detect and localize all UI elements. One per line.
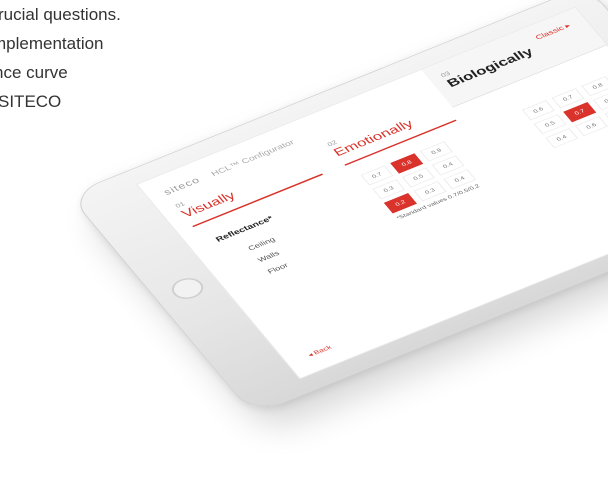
tablet-device: siteco HCL™ Configurator Classic ▸ 01 Vi… <box>67 0 608 416</box>
tab-emotionally[interactable]: 02 Emotionally <box>326 112 417 160</box>
reflectance-grid-biological: 0.60.70.80.90.50.70.80.90.40.60.70.8 <box>521 64 608 151</box>
back-link[interactable]: ◂ Back <box>306 344 333 358</box>
surface-ceiling: Ceiling <box>246 235 277 252</box>
surface-walls: Walls <box>256 249 282 264</box>
surface-floor: Floor <box>265 261 290 276</box>
reflectance-grid-emotional: 0.7 0.8 0.9 0.3 0.5 0.4 0.2 0.3 0.4 <box>360 141 479 216</box>
tablet-wrap: siteco HCL™ Configurator Classic ▸ 01 Vi… <box>0 0 608 487</box>
reflectance-option[interactable]: 0.8 <box>581 76 608 97</box>
